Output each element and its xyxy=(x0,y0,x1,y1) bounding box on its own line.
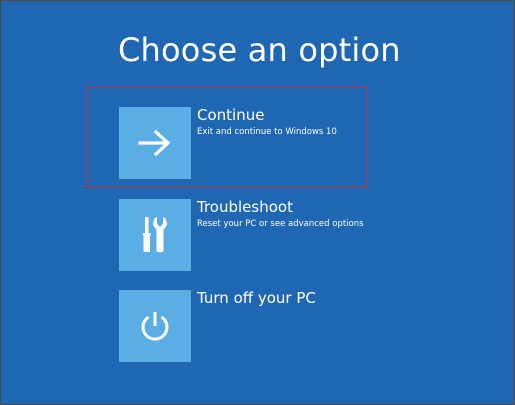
turn-off-option[interactable]: Turn off your PC xyxy=(119,290,419,362)
arrow-right-icon xyxy=(138,129,171,157)
page-title: Choose an option xyxy=(118,31,401,69)
continue-tile[interactable] xyxy=(119,107,191,179)
recovery-screen: Choose an option Continue Exit and conti… xyxy=(0,0,515,405)
troubleshoot-title: Troubleshoot xyxy=(197,198,293,216)
turn-off-title: Turn off your PC xyxy=(197,289,316,307)
continue-description: Exit and continue to Windows 10 xyxy=(197,127,337,137)
tools-icon xyxy=(143,217,167,253)
turn-off-tile[interactable] xyxy=(119,290,191,362)
continue-option[interactable]: Continue Exit and continue to Windows 10 xyxy=(119,107,419,179)
troubleshoot-description: Reset your PC or see advanced options xyxy=(197,219,364,229)
troubleshoot-tile[interactable] xyxy=(119,199,191,271)
troubleshoot-option[interactable]: Troubleshoot Reset your PC or see advanc… xyxy=(119,199,419,271)
power-icon xyxy=(141,312,169,341)
continue-title: Continue xyxy=(197,106,265,124)
